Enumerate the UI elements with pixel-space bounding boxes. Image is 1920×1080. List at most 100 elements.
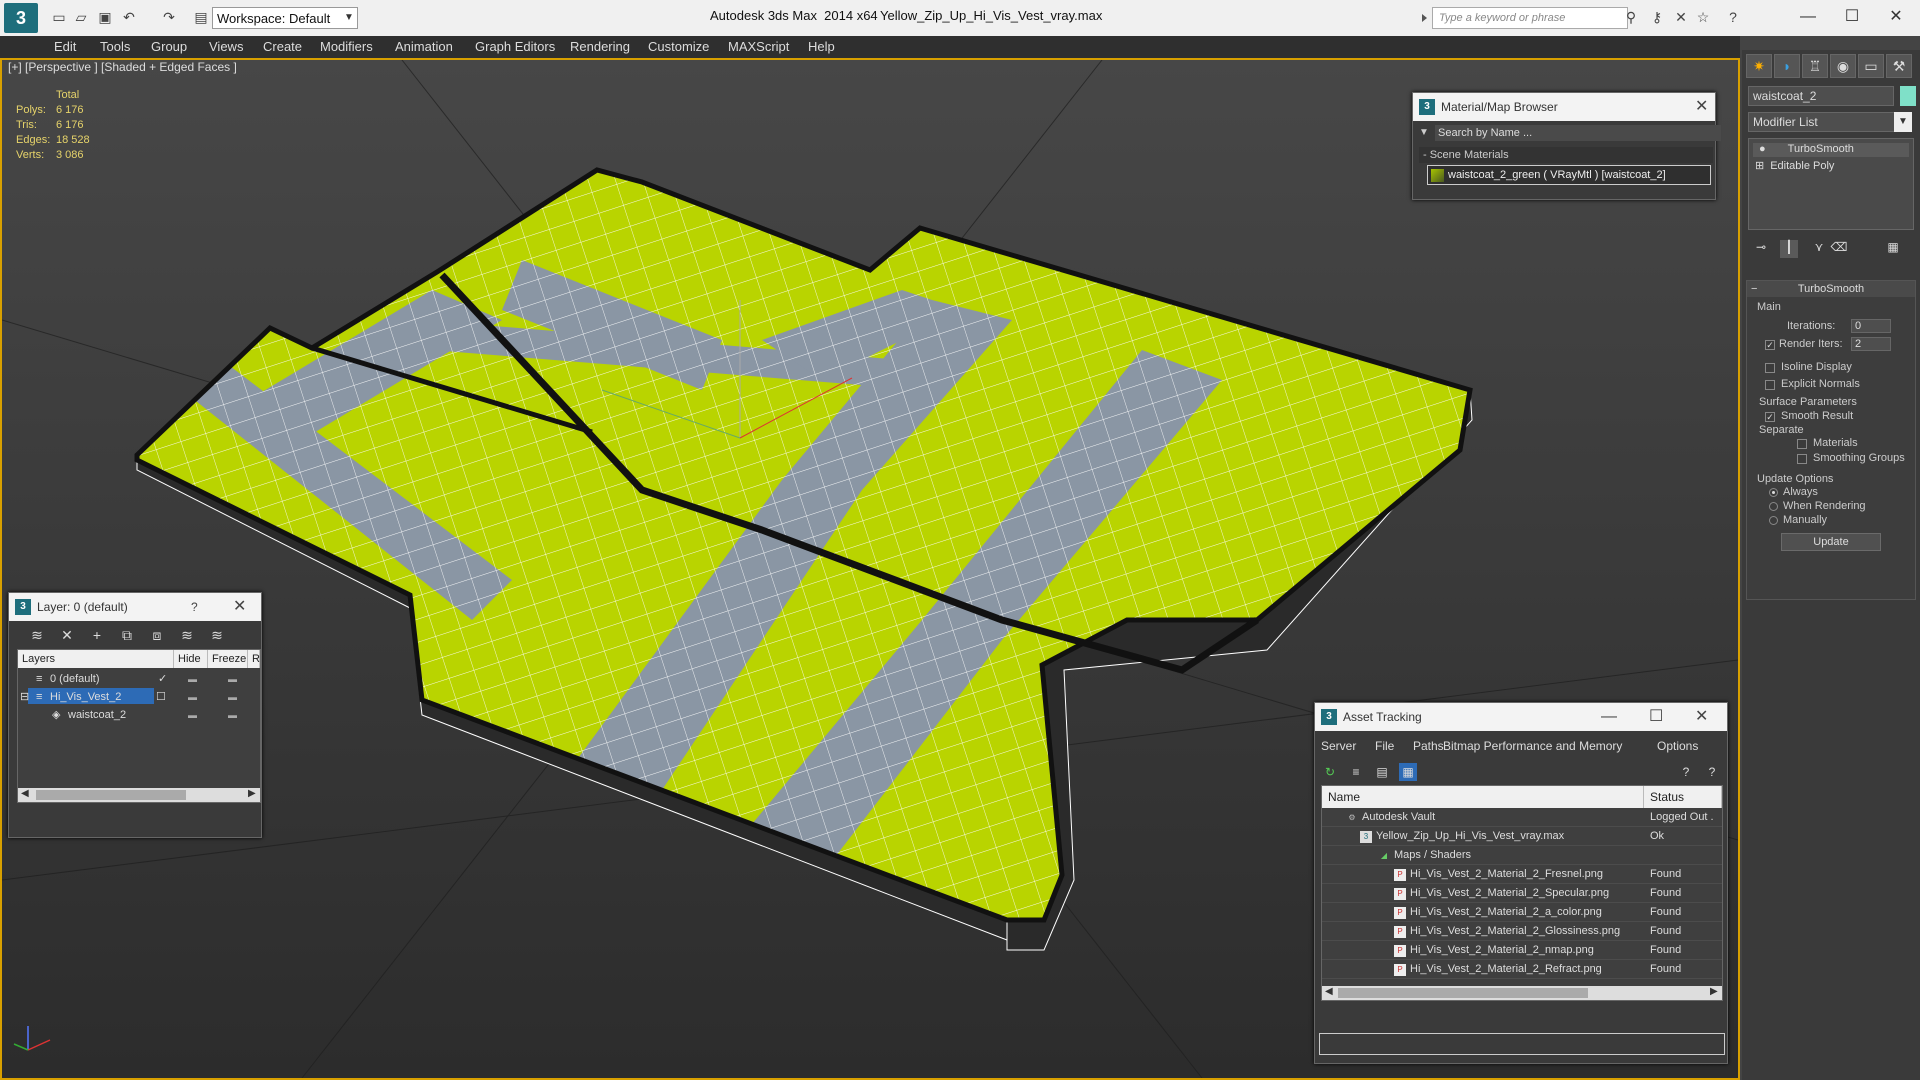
expand-search-icon[interactable] — [1422, 14, 1427, 22]
expand-icon[interactable]: ⊟ — [20, 688, 29, 706]
chevron-down-icon[interactable]: ▼ — [1894, 112, 1912, 132]
app-logo-icon[interactable]: 3 — [4, 3, 38, 33]
smoothing-groups-checkbox[interactable] — [1797, 454, 1807, 464]
collapse-icon[interactable]: − — [1751, 281, 1757, 297]
table-row[interactable]: ◈ waistcoat_2 ▬ ▬ — [18, 706, 260, 724]
freeze-toggle[interactable]: ▬ — [228, 706, 237, 724]
show-end-result-icon[interactable]: ┃ — [1780, 240, 1798, 258]
freeze-toggle[interactable]: ▬ — [228, 688, 237, 706]
menu-file[interactable]: File — [1375, 739, 1394, 753]
column-header-name[interactable]: Name — [1322, 786, 1644, 808]
tree-view-icon[interactable]: ▤ — [1373, 763, 1391, 781]
expand-icon[interactable]: ⊞ — [1755, 160, 1764, 172]
menu-tools[interactable]: Tools — [100, 39, 130, 54]
table-view-icon[interactable]: ▦ — [1399, 763, 1417, 781]
modifier-list-dropdown[interactable]: Modifier List — [1748, 112, 1908, 132]
save-icon[interactable]: ▣ — [96, 9, 114, 25]
undo-icon[interactable]: ↶ — [120, 9, 138, 25]
update-button[interactable]: Update — [1781, 533, 1881, 551]
rollout-title[interactable]: − TurboSmooth — [1747, 281, 1915, 297]
workspace-dropdown[interactable]: Workspace: Default — [212, 7, 358, 29]
render-iters-spinner[interactable]: 2 — [1851, 337, 1891, 351]
object-color-swatch[interactable] — [1900, 86, 1916, 106]
table-row[interactable]: P Hi_Vis_Vest_2_Material_2_a_color.png F… — [1322, 903, 1722, 922]
menu-customize[interactable]: Customize — [648, 39, 709, 54]
explicit-normals-checkbox[interactable] — [1765, 380, 1775, 390]
create-tab-icon[interactable]: ✷ — [1746, 54, 1772, 78]
materials-checkbox[interactable] — [1797, 439, 1807, 449]
maximize-icon[interactable]: ☐ — [1649, 703, 1663, 731]
menu-bitmap-performance[interactable]: Bitmap Performance and Memory — [1443, 739, 1622, 753]
scroll-right-icon[interactable]: ▶ — [1710, 986, 1718, 997]
chevron-down-icon[interactable]: ▼ — [1419, 127, 1429, 138]
vault-help-icon[interactable]: ? — [1677, 763, 1695, 781]
redo-icon[interactable]: ↷ — [160, 9, 178, 25]
iterations-spinner[interactable]: 0 — [1851, 319, 1891, 333]
material-search-input[interactable]: Search by Name ... — [1435, 125, 1721, 141]
isoline-display-checkbox[interactable] — [1765, 363, 1775, 373]
close-icon[interactable]: ✕ — [1695, 93, 1708, 121]
menu-group[interactable]: Group — [151, 39, 187, 54]
manually-radio[interactable] — [1769, 516, 1778, 525]
hide-toggle[interactable]: ▬ — [188, 706, 197, 724]
scroll-left-icon[interactable]: ◀ — [21, 788, 29, 799]
make-unique-icon[interactable]: ⋎ — [1810, 240, 1828, 258]
scroll-left-icon[interactable]: ◀ — [1325, 986, 1333, 997]
layer-dialog-titlebar[interactable]: 3 Layer: 0 (default) ? ✕ — [9, 593, 261, 621]
maximize-icon[interactable]: ☐ — [1830, 4, 1874, 30]
table-row[interactable]: ⚙ Autodesk Vault Logged Out . — [1322, 808, 1722, 827]
layer-manager-icon[interactable]: ≋ — [27, 625, 47, 645]
asset-path-field[interactable] — [1319, 1033, 1725, 1055]
pin-stack-icon[interactable]: ⊸ — [1752, 240, 1770, 258]
column-header-hide[interactable]: Hide — [174, 650, 208, 668]
refresh-icon[interactable]: ↻ — [1321, 763, 1339, 781]
open-file-icon[interactable]: ▱ — [72, 9, 90, 25]
utilities-tab-icon[interactable]: ⚒ — [1886, 54, 1912, 78]
freeze-toggle[interactable]: ▬ — [228, 670, 237, 688]
material-browser-titlebar[interactable]: 3 Material/Map Browser ✕ — [1413, 93, 1715, 121]
table-row[interactable]: P Hi_Vis_Vest_2_Material_2_Fresnel.png F… — [1322, 865, 1722, 884]
scene-materials-section[interactable]: - Scene Materials — [1419, 147, 1713, 163]
motion-tab-icon[interactable]: ◉ — [1830, 54, 1856, 78]
smooth-result-checkbox[interactable]: ✓ — [1765, 412, 1775, 422]
column-header-render[interactable]: R — [248, 650, 260, 668]
column-header-freeze[interactable]: Freeze — [208, 650, 248, 668]
menu-rendering[interactable]: Rendering — [570, 39, 630, 54]
table-row[interactable]: P Hi_Vis_Vest_2_Material_2_Glossiness.pn… — [1322, 922, 1722, 941]
remove-modifier-icon[interactable]: ⌫ — [1830, 240, 1848, 258]
subscription-icon[interactable]: ⚷ — [1648, 9, 1666, 25]
search-input[interactable]: Type a keyword or phrase — [1432, 7, 1628, 29]
asset-tracking-titlebar[interactable]: 3 Asset Tracking — ☐ ✕ — [1315, 703, 1727, 731]
table-row[interactable]: 3 Yellow_Zip_Up_Hi_Vis_Vest_vray.max Ok — [1322, 827, 1722, 846]
help-icon[interactable]: ? — [191, 593, 198, 621]
hierarchy-tab-icon[interactable]: ♖ — [1802, 54, 1828, 78]
menu-server[interactable]: Server — [1321, 739, 1356, 753]
scrollbar-thumb[interactable] — [1338, 988, 1588, 998]
table-row[interactable]: P Hi_Vis_Vest_2_Material_2_Specular.png … — [1322, 884, 1722, 903]
configure-sets-icon[interactable]: ▦ — [1884, 240, 1902, 258]
delete-layer-icon[interactable]: ✕ — [57, 625, 77, 645]
favorites-star-icon[interactable]: ☆ — [1694, 9, 1712, 25]
menu-options[interactable]: Options — [1657, 739, 1698, 753]
render-iters-checkbox[interactable]: ✓ — [1765, 340, 1775, 350]
list-view-icon[interactable]: ≡ — [1347, 763, 1365, 781]
menu-maxscript[interactable]: MAXScript — [728, 39, 789, 54]
find-layer-icon[interactable]: ⧈ — [147, 625, 167, 645]
select-objects-icon[interactable]: ⧉ — [117, 625, 137, 645]
hide-toggle[interactable]: ▬ — [188, 670, 197, 688]
modify-tab-icon[interactable]: ◗ — [1774, 54, 1800, 78]
always-radio[interactable] — [1769, 488, 1778, 497]
new-file-icon[interactable]: ▭ — [50, 9, 68, 25]
column-header-layers[interactable]: Layers — [18, 650, 174, 668]
menu-animation[interactable]: Animation — [395, 39, 453, 54]
project-folder-icon[interactable]: ▤ — [192, 9, 210, 25]
minimize-icon[interactable]: — — [1601, 703, 1617, 731]
table-row[interactable]: ◢ Maps / Shaders — [1322, 846, 1722, 865]
table-row[interactable]: P Hi_Vis_Vest_2_Material_2_nmap.png Foun… — [1322, 941, 1722, 960]
menu-help[interactable]: Help — [808, 39, 835, 54]
menu-edit[interactable]: Edit — [54, 39, 76, 54]
table-row[interactable]: P Hi_Vis_Vest_2_Material_2_Refract.png F… — [1322, 960, 1722, 979]
close-icon[interactable]: ✕ — [1695, 703, 1708, 731]
binoculars-icon[interactable]: ⚲ — [1622, 9, 1640, 25]
settings-help-icon[interactable]: ? — [1703, 763, 1721, 781]
